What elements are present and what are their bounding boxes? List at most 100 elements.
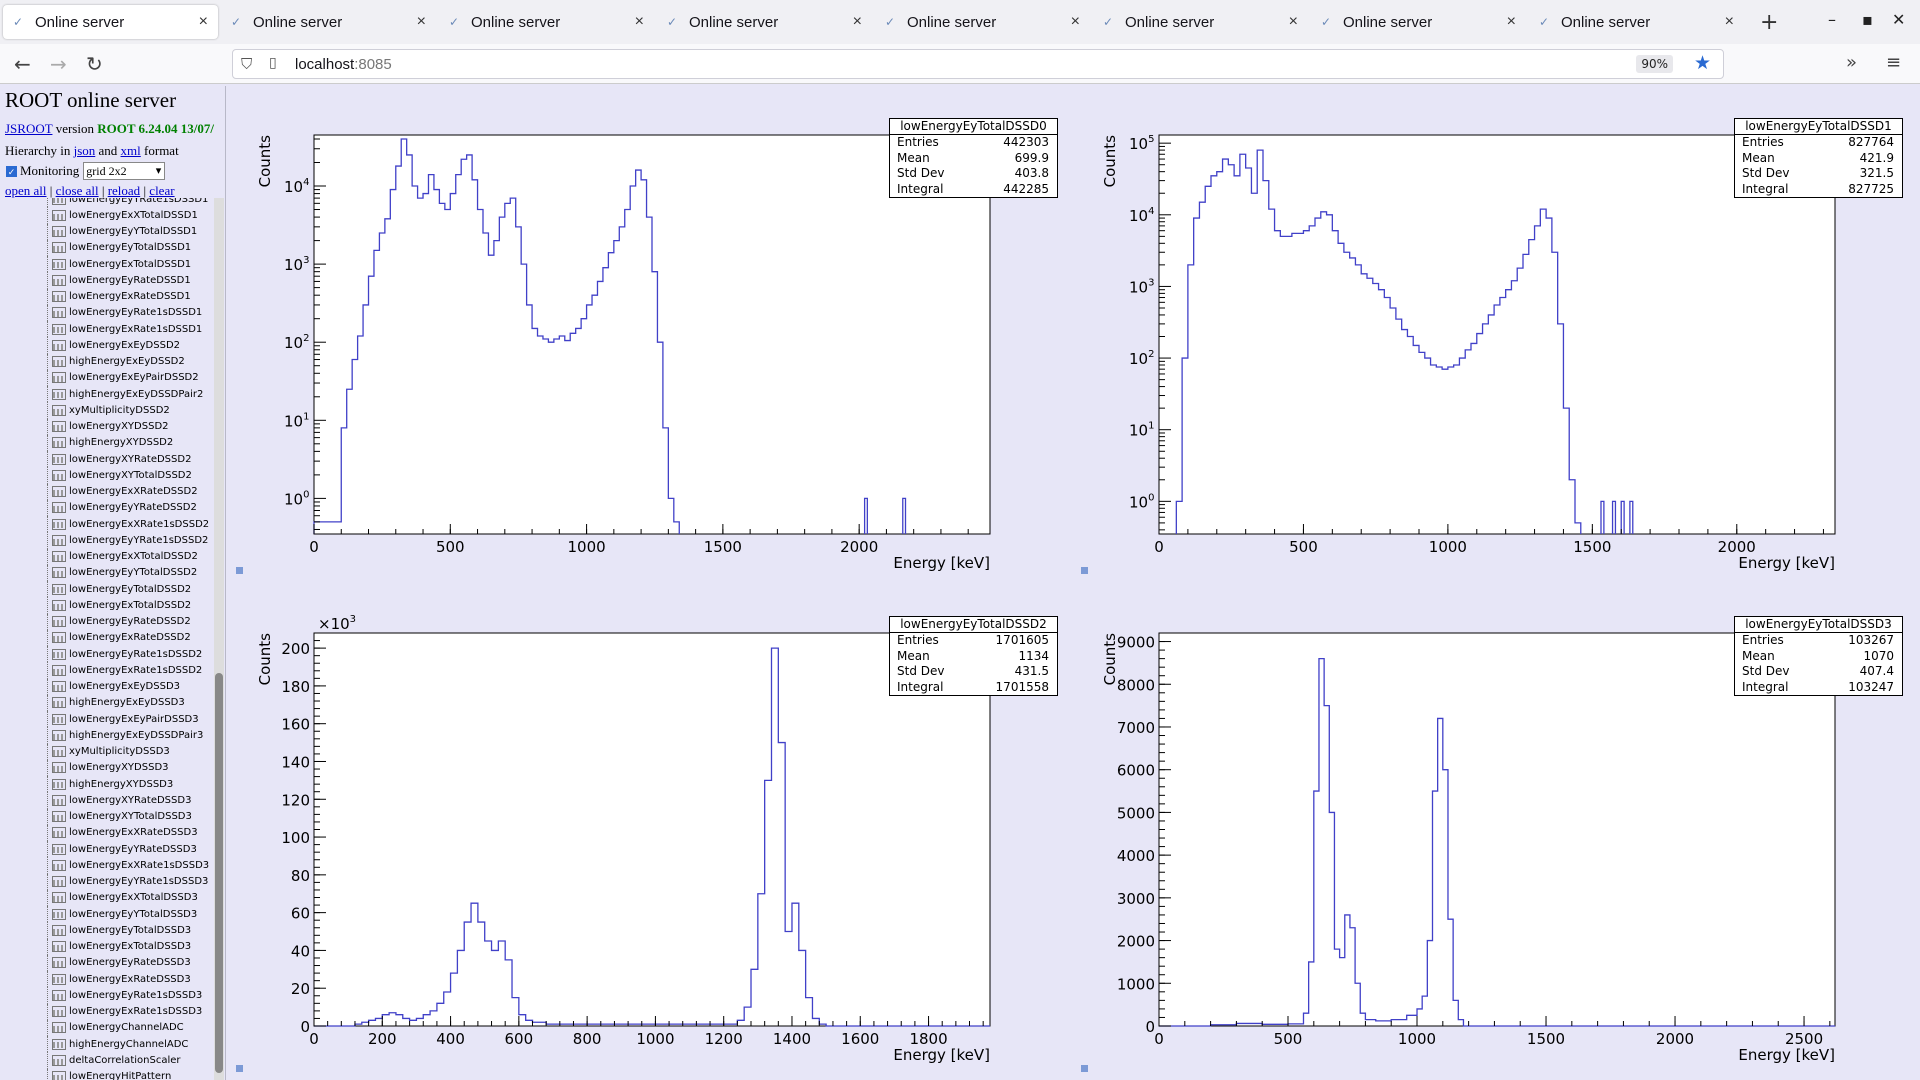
- json-link[interactable]: json: [74, 143, 96, 158]
- browser-tab[interactable]: ✓ Online server ×: [439, 5, 654, 39]
- tree-item[interactable]: lowEnergyEyRate1sDSSD3: [0, 987, 214, 1004]
- url-bar[interactable]: ⛉ ▯ localhost:8085 90% ★: [232, 49, 1724, 79]
- tree-item[interactable]: lowEnergyEyYTotalDSSD2: [0, 564, 214, 582]
- tree-item[interactable]: lowEnergyXYTotalDSSD3: [0, 808, 214, 826]
- tree-item[interactable]: lowEnergyExEyPairDSSD2: [0, 369, 214, 387]
- tree-item[interactable]: lowEnergyExRateDSSD1: [0, 288, 214, 306]
- minimize-icon[interactable]: –: [1828, 10, 1836, 29]
- tree-item[interactable]: highEnergyChannelADC: [0, 1036, 214, 1053]
- overflow-menu-icon[interactable]: »: [1846, 52, 1857, 73]
- browser-tab[interactable]: ✓ Online server ×: [3, 5, 218, 39]
- back-icon[interactable]: ←: [14, 52, 31, 76]
- tree-item[interactable]: lowEnergyExRateDSSD3: [0, 971, 214, 988]
- monitoring-checkbox[interactable]: ✓: [6, 165, 17, 177]
- close-tab-icon[interactable]: ×: [1289, 13, 1298, 31]
- tree-item[interactable]: lowEnergyEyRate1sDSSD1: [0, 304, 214, 322]
- tree-item[interactable]: lowEnergyEyRateDSSD3: [0, 954, 214, 972]
- close-tab-icon[interactable]: ×: [1507, 13, 1516, 31]
- browser-tab[interactable]: ✓ Online server ×: [1093, 5, 1308, 39]
- pad-resize-handle[interactable]: [1081, 567, 1088, 574]
- pad-resize-handle[interactable]: [1081, 1065, 1088, 1072]
- tree-scrollbar-thumb[interactable]: [215, 673, 223, 1073]
- xml-link[interactable]: xml: [121, 143, 141, 158]
- tree-item[interactable]: lowEnergyExEyDSSD3: [0, 678, 214, 696]
- tree-item[interactable]: lowEnergyExRate1sDSSD1: [0, 321, 214, 338]
- close-tab-icon[interactable]: ×: [635, 13, 644, 31]
- browser-tab[interactable]: ✓ Online server ×: [221, 5, 436, 39]
- tree-item[interactable]: highEnergyExEyDSSD3: [0, 694, 214, 712]
- forward-icon[interactable]: →: [50, 52, 67, 76]
- tree-item[interactable]: lowEnergyXYTotalDSSD2: [0, 467, 214, 484]
- tree-item[interactable]: lowEnergyExXTotalDSSD1: [0, 207, 214, 224]
- tree-item[interactable]: lowEnergyXYRateDSSD3: [0, 792, 214, 809]
- tree-item[interactable]: lowEnergyEyYRateDSSD3: [0, 841, 214, 858]
- browser-tab[interactable]: ✓ Online server ×: [657, 5, 872, 39]
- tree-item[interactable]: lowEnergyEyYRate1sDSSD2: [0, 532, 214, 549]
- close-tab-icon[interactable]: ×: [417, 13, 426, 31]
- layout-select[interactable]: grid 2x2: [83, 162, 166, 180]
- shield-icon[interactable]: ⛉: [241, 55, 252, 73]
- tree-item[interactable]: lowEnergyXYDSSD3: [0, 759, 214, 777]
- url-text[interactable]: localhost:8085: [295, 56, 392, 73]
- histogram-pad-3[interactable]: 0 200 400 600 800 1000 1200 1400 1600 1800 0 20 40 60…: [230, 584, 1070, 1078]
- tree-item[interactable]: xyMultiplicityDSSD3: [0, 743, 214, 761]
- close-tab-icon[interactable]: ×: [1071, 13, 1080, 31]
- tree-item[interactable]: lowEnergyExEyPairDSSD3: [0, 711, 214, 728]
- tree-item[interactable]: lowEnergyExXTotalDSSD2: [0, 548, 214, 566]
- tree-item[interactable]: highEnergyXYDSSD2: [0, 434, 214, 452]
- tree-item[interactable]: lowEnergyEyRateDSSD1: [0, 272, 214, 289]
- tree-item[interactable]: lowEnergyExXTotalDSSD3: [0, 889, 214, 907]
- stats-box[interactable]: lowEnergyEyTotalDSSD2 Entries 1701605 Mean 1…: [889, 616, 1058, 696]
- reload-link[interactable]: reload: [108, 183, 140, 198]
- tree-item[interactable]: highEnergyXYDSSD3: [0, 776, 214, 793]
- tree-item[interactable]: lowEnergyExTotalDSSD1: [0, 256, 214, 273]
- tree-item[interactable]: lowEnergyEyYTotalDSSD3: [0, 906, 214, 923]
- browser-tab[interactable]: ✓ Online server ×: [1311, 5, 1526, 39]
- tree-item[interactable]: highEnergyExEyDSSD2: [0, 353, 214, 371]
- histogram-pad-1[interactable]: 0 500 1000 1500 2000 100 101 102 103 104 Energy [k…: [230, 86, 1070, 580]
- open-all-link[interactable]: open all: [5, 183, 47, 198]
- tree-item[interactable]: xyMultiplicityDSSD2: [0, 402, 214, 419]
- browser-tab[interactable]: ✓ Online server ×: [875, 5, 1090, 39]
- histogram-pad-4[interactable]: 0 500 1000 1500 2000 2500 0 1000 2000 3000 4000 500…: [1075, 584, 1915, 1078]
- tree-item[interactable]: deltaCorrelationScaler: [0, 1052, 214, 1069]
- tree-item[interactable]: highEnergyExEyDSSDPair2: [0, 386, 214, 403]
- tree-item[interactable]: lowEnergyEyRate1sDSSD2: [0, 646, 214, 663]
- bookmark-star-icon[interactable]: ★: [1694, 52, 1711, 74]
- tree-item[interactable]: lowEnergyExTotalDSSD2: [0, 597, 214, 614]
- zoom-indicator[interactable]: 90%: [1636, 55, 1673, 73]
- tree-item[interactable]: lowEnergyExRateDSSD2: [0, 629, 214, 647]
- pad-resize-handle[interactable]: [236, 1065, 243, 1072]
- tree-item[interactable]: highEnergyExEyDSSDPair3: [0, 727, 214, 744]
- tree-item[interactable]: lowEnergyEyRateDSSD2: [0, 613, 214, 631]
- tree-item[interactable]: lowEnergyXYRateDSSD2: [0, 451, 214, 468]
- pad-resize-handle[interactable]: [236, 567, 243, 574]
- tree-scrollbar[interactable]: [214, 198, 224, 1080]
- tree-item[interactable]: lowEnergyExXRate1sDSSD2: [0, 516, 214, 533]
- histogram-pad-2[interactable]: 0 500 1000 1500 2000 100 101 102 103 104 105 Energy…: [1075, 86, 1915, 580]
- close-tab-icon[interactable]: ×: [1725, 13, 1734, 31]
- tree-item[interactable]: lowEnergyEyTotalDSSD2: [0, 581, 214, 598]
- tree-item[interactable]: lowEnergyExXRateDSSD3: [0, 824, 214, 842]
- close-tab-icon[interactable]: ×: [199, 13, 208, 31]
- browser-tab[interactable]: ✓ Online server ×: [1529, 5, 1744, 39]
- tree-item[interactable]: lowEnergyEyYRate1sDSSD1: [0, 198, 214, 208]
- tree-item[interactable]: lowEnergyExTotalDSSD3: [0, 938, 214, 956]
- tree-item[interactable]: lowEnergyEyTotalDSSD1: [0, 239, 214, 257]
- tree-item[interactable]: lowEnergyEyYTotalDSSD1: [0, 223, 214, 241]
- close-all-link[interactable]: close all: [56, 183, 99, 198]
- hamburger-menu-icon[interactable]: ≡: [1886, 52, 1901, 73]
- tree-item[interactable]: lowEnergyExRate1sDSSD3: [0, 1003, 214, 1021]
- stats-box[interactable]: lowEnergyEyTotalDSSD1 Entries 827764 Mean 42…: [1734, 118, 1903, 198]
- maximize-icon[interactable]: ▪: [1862, 10, 1873, 29]
- clear-link[interactable]: clear: [149, 183, 174, 198]
- reload-icon[interactable]: ↻: [86, 52, 103, 76]
- new-tab-icon[interactable]: +: [1760, 10, 1778, 35]
- jsroot-link[interactable]: JSROOT: [5, 121, 52, 136]
- tree-item[interactable]: lowEnergyEyTotalDSSD3: [0, 922, 214, 939]
- tree-item[interactable]: lowEnergyEyYRate1sDSSD3: [0, 873, 214, 891]
- tree-item[interactable]: lowEnergyExXRate1sDSSD3: [0, 857, 214, 874]
- close-window-icon[interactable]: ✕: [1892, 10, 1905, 29]
- tree-item[interactable]: lowEnergyExRate1sDSSD2: [0, 662, 214, 679]
- close-tab-icon[interactable]: ×: [853, 13, 862, 31]
